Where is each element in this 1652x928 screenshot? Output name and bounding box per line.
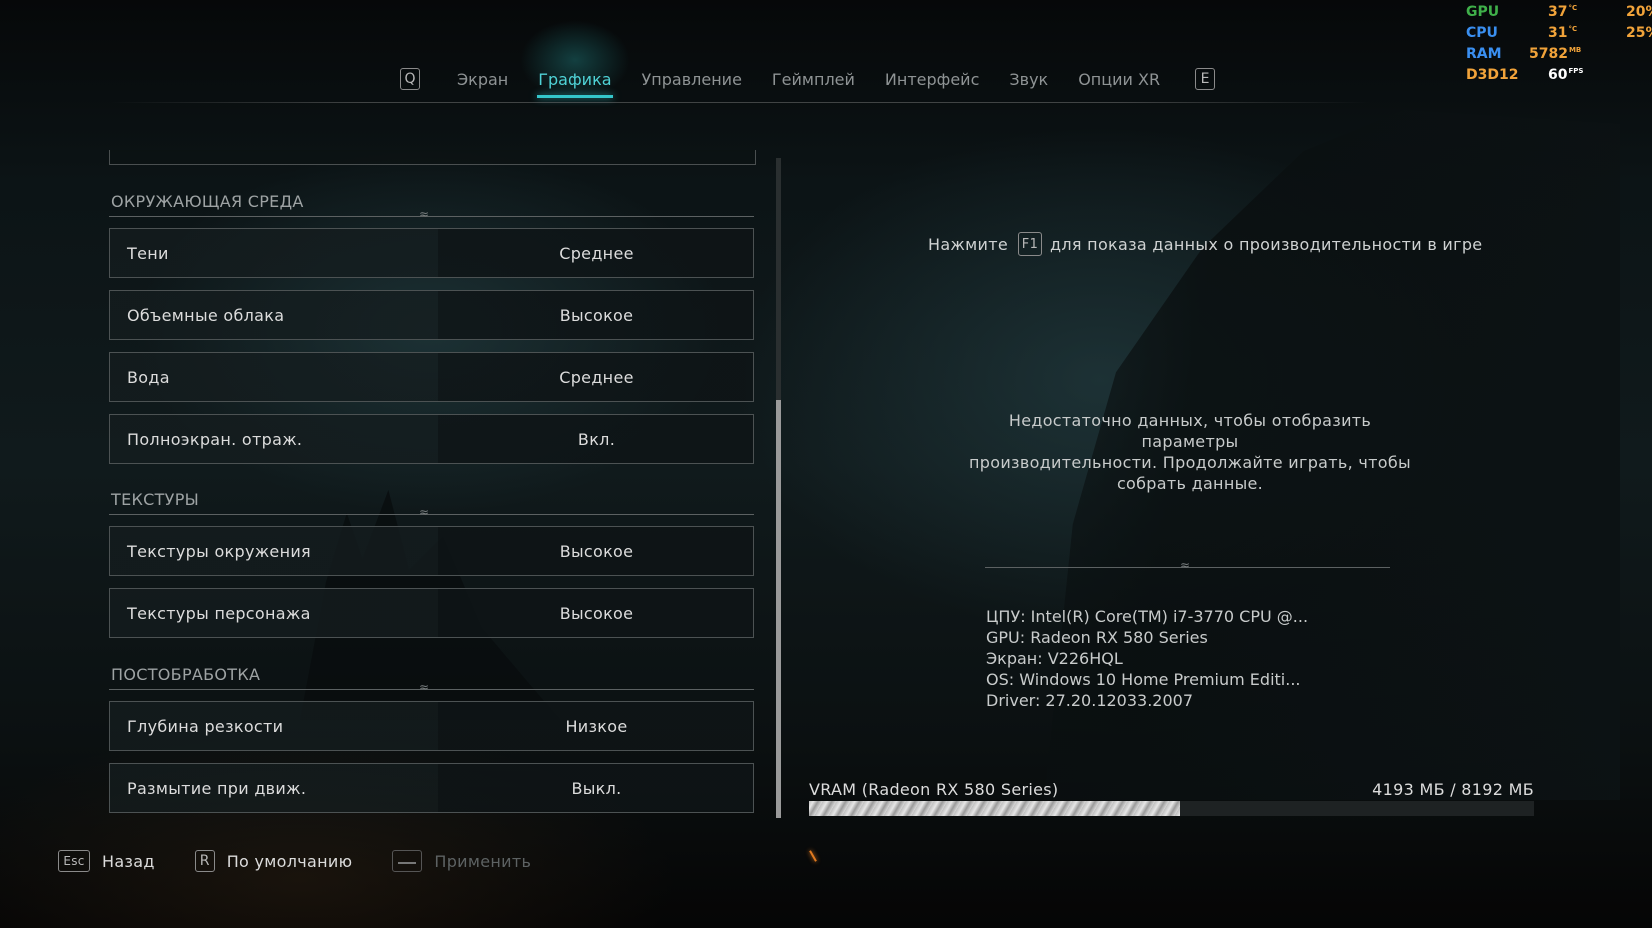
hint-text-after: для показа данных о производительности в… <box>1049 234 1483 254</box>
back-label: Назад <box>102 851 155 871</box>
hud-cpu-load: 25% <box>1626 25 1652 41</box>
setting-row-shadows[interactable]: Тени Среднее <box>109 228 754 278</box>
setting-value: Низкое <box>565 716 628 736</box>
hud-cpu-row: CPU 31°C 25% <box>1466 25 1652 46</box>
tab-screen[interactable]: Экран <box>442 62 523 96</box>
tab-controls[interactable]: Управление <box>627 62 757 96</box>
section-divider <box>109 680 754 694</box>
section-divider <box>109 505 754 519</box>
hud-d3d-row: D3D12 60FPS <box>1466 67 1652 88</box>
setting-row-depth-of-field[interactable]: Глубина резкости Низкое <box>109 701 754 751</box>
setting-label: Размытие при движ. <box>127 778 307 798</box>
prev-tab-key[interactable]: Q <box>400 68 420 90</box>
setting-label: Текстуры персонажа <box>127 603 311 623</box>
hud-d3d-label: D3D12 <box>1466 67 1519 83</box>
setting-label: Глубина резкости <box>127 716 284 736</box>
setting-value: Высокое <box>559 305 634 325</box>
reset-defaults-button[interactable]: R По умолчанию <box>194 850 353 872</box>
setting-row-character-textures[interactable]: Текстуры персонажа Высокое <box>109 588 754 638</box>
hud-ram-label: RAM <box>1466 46 1502 62</box>
f1-key: F1 <box>1017 232 1042 256</box>
settings-tab-bar: Q Экран Графика Управление Геймплей Инте… <box>400 62 1216 98</box>
hud-cpu-temp: 31°C <box>1548 25 1578 41</box>
setting-value: Выкл. <box>571 778 622 798</box>
tab-sound[interactable]: Звук <box>994 62 1063 96</box>
system-info-cpu: ЦПУ: Intel(R) Core(TM) i7-3770 CPU @... <box>986 607 1309 626</box>
system-info-display: Экран: V226HQL <box>986 649 1123 668</box>
vram-label: VRAM (Radeon RX 580 Series) <box>809 780 1059 799</box>
tab-interface[interactable]: Интерфейс <box>870 62 994 96</box>
back-button[interactable]: Esc Назад <box>58 850 155 872</box>
setting-value: Вкл. <box>577 429 616 449</box>
setting-label: Вода <box>127 367 170 387</box>
reset-defaults-label: По умолчанию <box>226 851 353 871</box>
hud-gpu-temp: 37°C <box>1548 4 1578 20</box>
hud-ram-value: 5782MB <box>1529 46 1582 62</box>
previous-row-stub <box>109 150 756 165</box>
settings-scrollbar-thumb[interactable] <box>776 400 781 818</box>
setting-row-volumetric-clouds[interactable]: Объемные облака Высокое <box>109 290 754 340</box>
section-title-textures: ТЕКСТУРЫ <box>111 490 200 509</box>
performance-overlay-hint: Нажмите F1 для показа данных о производи… <box>928 232 1482 256</box>
hud-cpu-label: CPU <box>1466 25 1498 41</box>
setting-label: Объемные облака <box>127 305 285 325</box>
setting-row-water[interactable]: Вода Среднее <box>109 352 754 402</box>
performance-message-line: собрать данные. <box>1116 474 1264 493</box>
setting-row-screen-space-reflections[interactable]: Полноэкран. отраж. Вкл. <box>109 414 754 464</box>
section-divider <box>109 207 754 221</box>
tab-bar-divider <box>110 102 1370 103</box>
r-key-icon: R <box>194 850 215 872</box>
vram-amount: 4193 МБ / 8192 МБ <box>1372 780 1534 799</box>
hud-gpu-load: 20% <box>1626 4 1652 20</box>
section-title-postprocessing: ПОСТОБРАБОТКА <box>111 665 261 684</box>
hud-gpu-row: GPU 37°C 20% <box>1466 4 1652 25</box>
setting-value: Высокое <box>559 603 634 623</box>
apply-button[interactable]: Применить <box>392 850 531 872</box>
bottom-action-bar: Esc Назад R По умолчанию Применить <box>58 850 571 872</box>
spacebar-key-icon <box>392 850 423 872</box>
esc-key-icon: Esc <box>58 850 90 872</box>
performance-message-line: Недостаточно данных, чтобы отобразить па… <box>1008 411 1372 451</box>
vram-usage-bar <box>809 801 1534 816</box>
tab-gameplay[interactable]: Геймплей <box>757 62 870 96</box>
setting-value: Высокое <box>559 541 634 561</box>
performance-message-line: производительности. Продолжайте играть, … <box>969 453 1411 472</box>
setting-label: Полноэкран. отраж. <box>127 429 303 449</box>
next-tab-key[interactable]: E <box>1195 68 1216 90</box>
system-info: ЦПУ: Intel(R) Core(TM) i7-3770 CPU @... … <box>986 606 1308 711</box>
setting-label: Тени <box>127 243 169 263</box>
system-info-driver: Driver: 27.20.12033.2007 <box>986 691 1194 710</box>
hardware-monitor-overlay: GPU 37°C 20% CPU 31°C 25% RAM 5782MB D3D… <box>1466 4 1652 88</box>
apply-label: Применить <box>434 851 532 871</box>
setting-value: Среднее <box>559 243 634 263</box>
section-title-environment: ОКРУЖАЮЩАЯ СРЕДА <box>111 192 304 211</box>
info-divider <box>985 558 1390 572</box>
setting-row-motion-blur[interactable]: Размытие при движ. Выкл. <box>109 763 754 813</box>
system-info-gpu: GPU: Radeon RX 580 Series <box>986 628 1208 647</box>
tab-graphics[interactable]: Графика <box>523 62 626 98</box>
hud-fps-value: 60FPS <box>1548 67 1584 83</box>
hint-text-before: Нажмите <box>928 234 1008 254</box>
hud-gpu-label: GPU <box>1466 4 1500 20</box>
setting-label: Текстуры окружения <box>127 541 311 561</box>
setting-row-environment-textures[interactable]: Текстуры окружения Высокое <box>109 526 754 576</box>
performance-message: Недостаточно данных, чтобы отобразить па… <box>960 410 1420 494</box>
system-info-os: OS: Windows 10 Home Premium Editi... <box>986 670 1301 689</box>
setting-value: Среднее <box>559 367 634 387</box>
hud-ram-row: RAM 5782MB <box>1466 46 1652 67</box>
vram-usage-fill <box>809 801 1181 816</box>
tab-xr-options[interactable]: Опции XR <box>1063 62 1175 96</box>
